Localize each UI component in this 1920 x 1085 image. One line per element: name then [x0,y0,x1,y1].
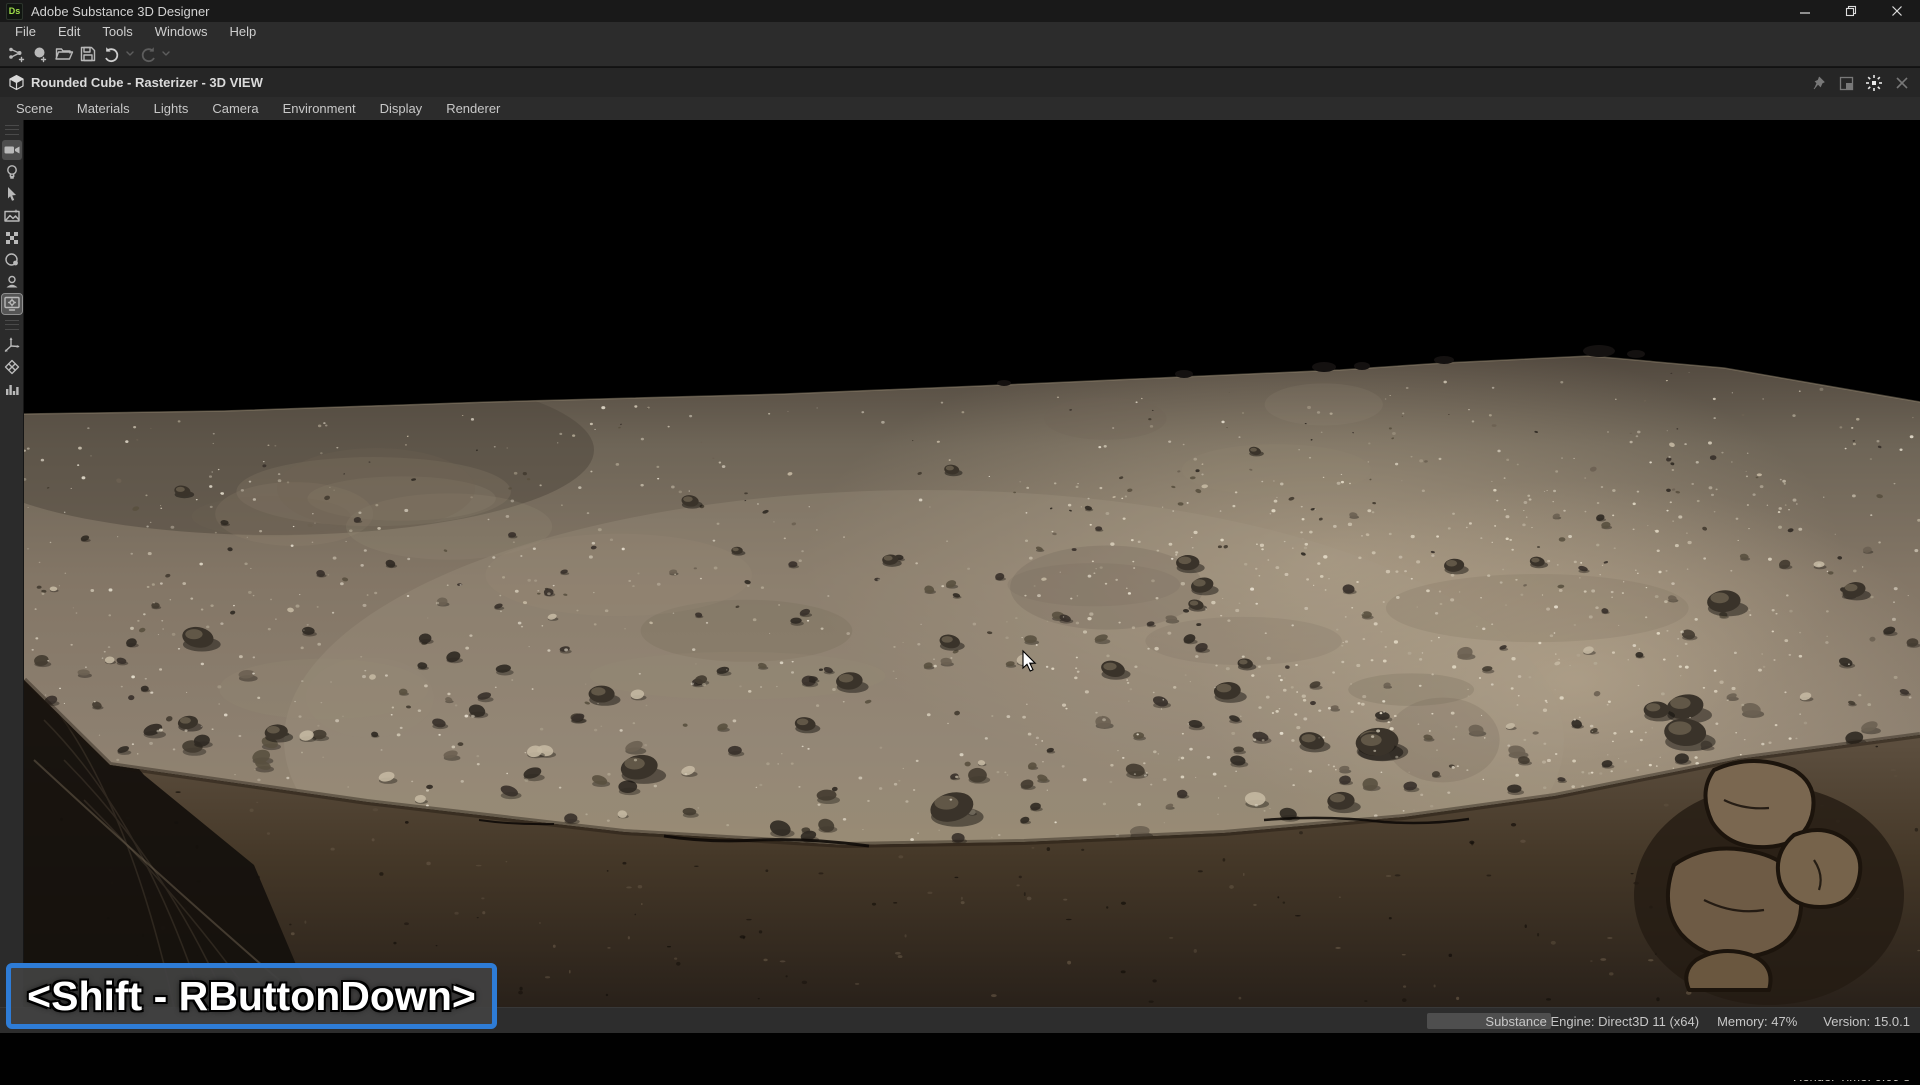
close-button[interactable] [1874,0,1920,22]
select-pointer-button[interactable] [2,184,22,204]
export-graph-icon [7,45,25,63]
redo-icon [139,45,157,63]
open-folder-icon [55,45,74,63]
viewmenu-lights[interactable]: Lights [142,101,201,116]
viewmenu-display[interactable]: Display [368,101,435,116]
cube-icon [8,74,25,91]
viewmenu-environment[interactable]: Environment [271,101,368,116]
new-substance-button[interactable] [28,43,52,65]
histogram-icon [4,381,20,397]
redo-button[interactable] [136,43,160,65]
minimize-button[interactable] [1782,0,1828,22]
viewmenu-scene[interactable]: Scene [4,101,65,116]
viewport-side-toolbar [0,120,24,1007]
chevron-down-icon [162,51,170,57]
close-icon [1895,76,1909,90]
menu-tools[interactable]: Tools [91,22,143,42]
chevron-down-icon [126,51,134,57]
pointer-icon [3,185,21,203]
display-settings-icon [3,295,21,313]
undo-button[interactable] [100,43,124,65]
focus-frame-button[interactable] [1860,70,1888,96]
view-menu-bar: Scene Materials Lights Camera Environmen… [0,97,1920,120]
uv-wireframe-icon [3,358,21,376]
camera-mode-button[interactable] [2,140,22,160]
app-logo-icon: Ds [6,3,23,20]
export-graph-button[interactable] [4,43,28,65]
restore-button[interactable] [1828,0,1874,22]
terrain-render [24,120,1920,1007]
transform-gizmo-button[interactable] [2,335,22,355]
undo-icon [103,45,121,63]
toolbar-grip[interactable] [5,125,19,135]
menu-bar: File Edit Tools Windows Help [0,22,1920,42]
save-button[interactable] [76,43,100,65]
engine-status: Substance Engine: Direct3D 11 (x64) [1485,1014,1699,1029]
viewmenu-materials[interactable]: Materials [65,101,142,116]
title-bar: Ds Adobe Substance 3D Designer [0,0,1920,22]
view-panel-header[interactable]: Rounded Cube - Rasterizer - 3D VIEW [0,67,1920,97]
toolbar-grip[interactable] [5,320,19,330]
input-hint-text: <Shift - RButtonDown> [27,973,476,1020]
focus-frame-icon [1865,74,1883,92]
open-button[interactable] [52,43,76,65]
physical-camera-icon [3,273,21,291]
histogram-button[interactable] [2,379,22,399]
undo-history-chevron[interactable] [124,43,136,65]
environment-button[interactable] [2,206,22,226]
version-status: Version: 15.0.1 [1823,1014,1910,1029]
view-panel-title: Rounded Cube - Rasterizer - 3D VIEW [31,75,263,90]
viewmenu-renderer[interactable]: Renderer [434,101,512,116]
menu-edit[interactable]: Edit [47,22,91,42]
sphere-icon [3,251,21,269]
texture-checker-icon [4,230,20,246]
viewmenu-camera[interactable]: Camera [200,101,270,116]
environment-image-icon [3,207,21,225]
uv-wireframe-button[interactable] [2,357,22,377]
bottom-black-band [0,1033,1920,1080]
lightbulb-icon [3,163,21,181]
geometry-sphere-button[interactable] [2,250,22,270]
material-button[interactable] [2,228,22,248]
close-panel-button[interactable] [1888,70,1916,96]
tool-bar [0,42,1920,67]
close-icon [1891,5,1903,17]
memory-status: Memory: 47% [1717,1014,1797,1029]
thumbnail-panel-button[interactable] [1832,70,1860,96]
thumbnail-icon [1839,76,1854,91]
redo-history-chevron[interactable] [160,43,172,65]
display-settings-button[interactable] [2,294,22,314]
pin-panel-button[interactable] [1804,70,1832,96]
lights-button[interactable] [2,162,22,182]
menu-help[interactable]: Help [218,22,267,42]
physical-camera-button[interactable] [2,272,22,292]
pin-icon [1810,75,1826,91]
new-substance-icon [31,45,49,63]
transform-axis-icon [3,336,21,354]
minimize-icon [1799,5,1811,17]
input-hint-overlay: <Shift - RButtonDown> [6,963,497,1029]
video-camera-icon [3,141,21,159]
restore-icon [1845,5,1857,17]
viewport-3d[interactable]: Samples: 1 Render Time: 0.09 s [24,120,1920,1007]
window-title: Adobe Substance 3D Designer [31,4,210,19]
menu-file[interactable]: File [4,22,47,42]
save-icon [79,45,97,63]
menu-windows[interactable]: Windows [144,22,219,42]
